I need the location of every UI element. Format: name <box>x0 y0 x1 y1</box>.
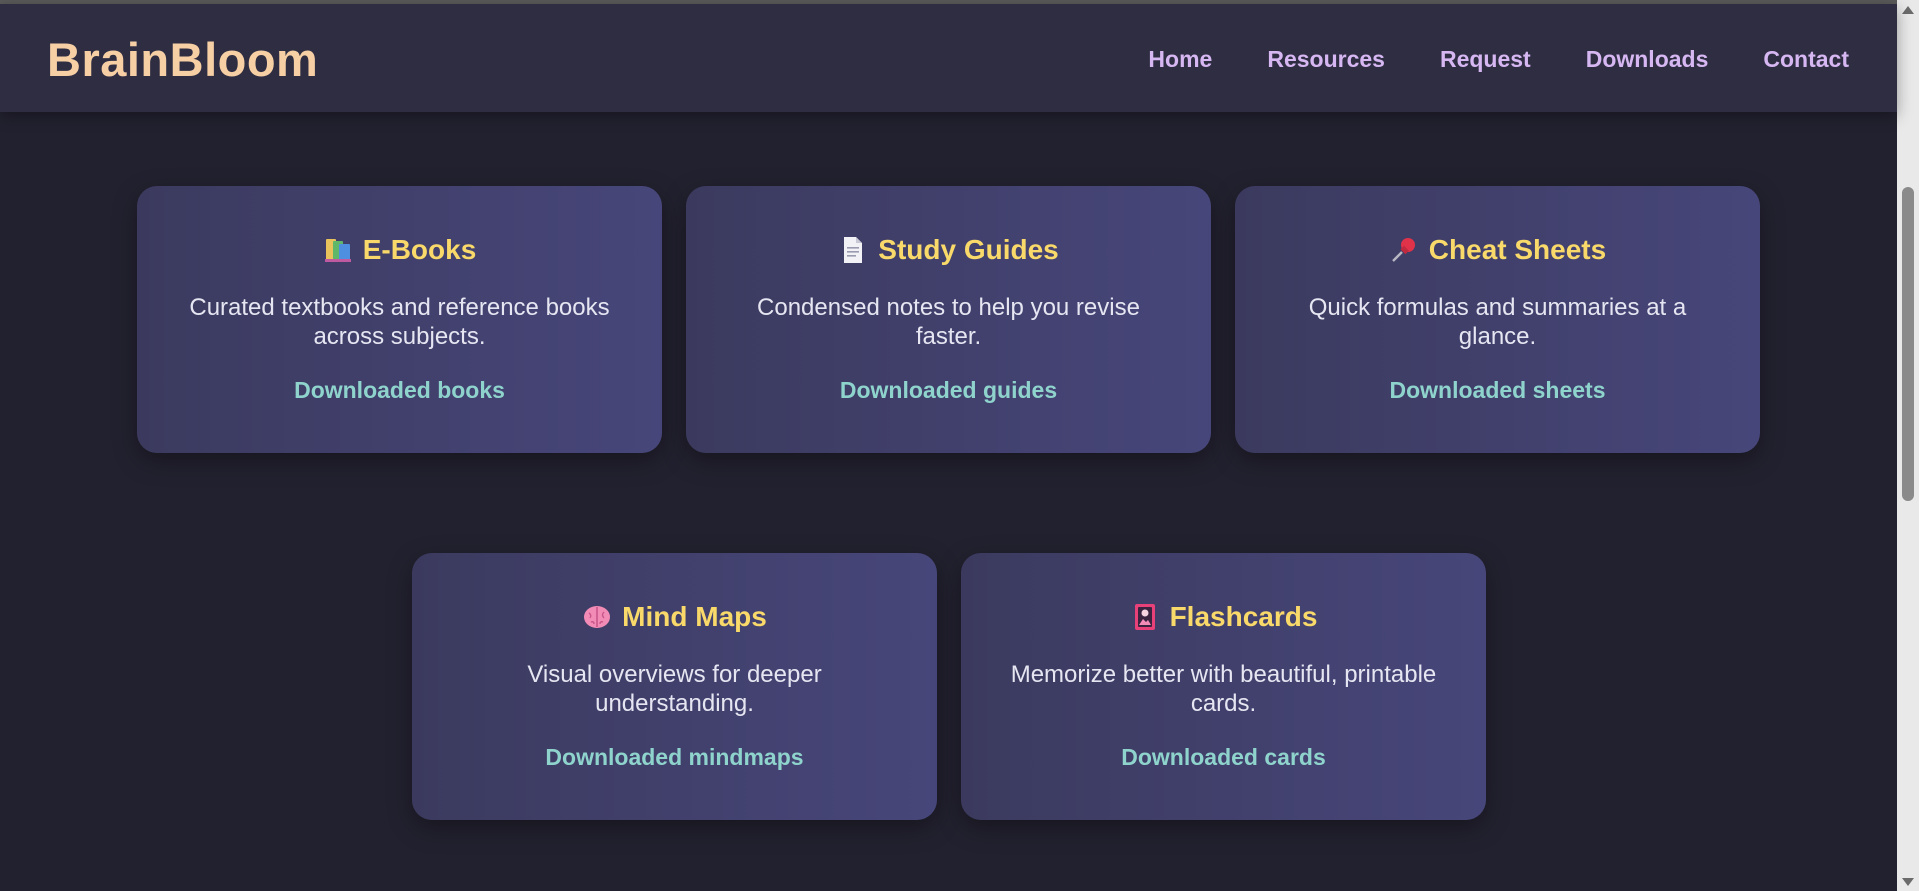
card-description: Quick formulas and summaries at a glance… <box>1308 294 1687 350</box>
card-title: E-Books <box>362 234 477 265</box>
nav-resources[interactable]: Resources <box>1267 46 1385 73</box>
site-logo[interactable]: BrainBloom <box>47 32 318 87</box>
resource-card-ebooks: E-Books Curated textbooks and reference … <box>137 186 662 453</box>
card-description: Visual overviews for deeper understandin… <box>527 661 822 717</box>
card-title-row: Study Guides <box>686 234 1211 266</box>
card-title: Study Guides <box>878 234 1059 265</box>
scroll-down-arrow-icon[interactable] <box>1902 878 1914 886</box>
scroll-up-arrow-icon[interactable] <box>1902 6 1914 14</box>
card-title: Flashcards <box>1169 601 1318 632</box>
downloaded-books-link[interactable]: Downloaded books <box>137 377 662 404</box>
card-title: Mind Maps <box>622 601 767 632</box>
scrollbar-thumb[interactable] <box>1902 187 1914 501</box>
card-description: Memorize better with beautiful, printabl… <box>1010 661 1437 717</box>
downloaded-guides-link[interactable]: Downloaded guides <box>686 377 1211 404</box>
page-icon <box>838 235 868 265</box>
downloaded-cards-link[interactable]: Downloaded cards <box>961 744 1486 771</box>
resource-card-mind-maps: Mind Maps Visual overviews for deeper un… <box>412 553 937 820</box>
books-icon <box>323 235 353 265</box>
main-nav: Home Resources Request Downloads Contact <box>1148 46 1849 73</box>
nav-home[interactable]: Home <box>1148 46 1212 73</box>
card-icon <box>1130 602 1160 632</box>
pushpin-icon <box>1389 235 1419 265</box>
vertical-scrollbar[interactable] <box>1897 0 1919 891</box>
downloaded-mindmaps-link[interactable]: Downloaded mindmaps <box>412 744 937 771</box>
card-title-row: Cheat Sheets <box>1235 234 1760 266</box>
card-title-row: Flashcards <box>961 601 1486 633</box>
nav-downloads[interactable]: Downloads <box>1586 46 1709 73</box>
nav-contact[interactable]: Contact <box>1763 46 1849 73</box>
downloaded-sheets-link[interactable]: Downloaded sheets <box>1235 377 1760 404</box>
card-description: Curated textbooks and reference books ac… <box>189 294 610 350</box>
site-header: BrainBloom Home Resources Request Downlo… <box>0 4 1897 112</box>
resource-card-study-guides: Study Guides Condensed notes to help you… <box>686 186 1211 453</box>
card-title: Cheat Sheets <box>1428 234 1607 265</box>
resource-card-flashcards: Flashcards Memorize better with beautifu… <box>961 553 1486 820</box>
resource-card-cheat-sheets: Cheat Sheets Quick formulas and summarie… <box>1235 186 1760 453</box>
brain-icon <box>582 602 612 632</box>
card-title-row: Mind Maps <box>412 601 937 633</box>
card-title-row: E-Books <box>137 234 662 266</box>
nav-request[interactable]: Request <box>1440 46 1531 73</box>
card-description: Condensed notes to help you revise faste… <box>757 294 1140 350</box>
